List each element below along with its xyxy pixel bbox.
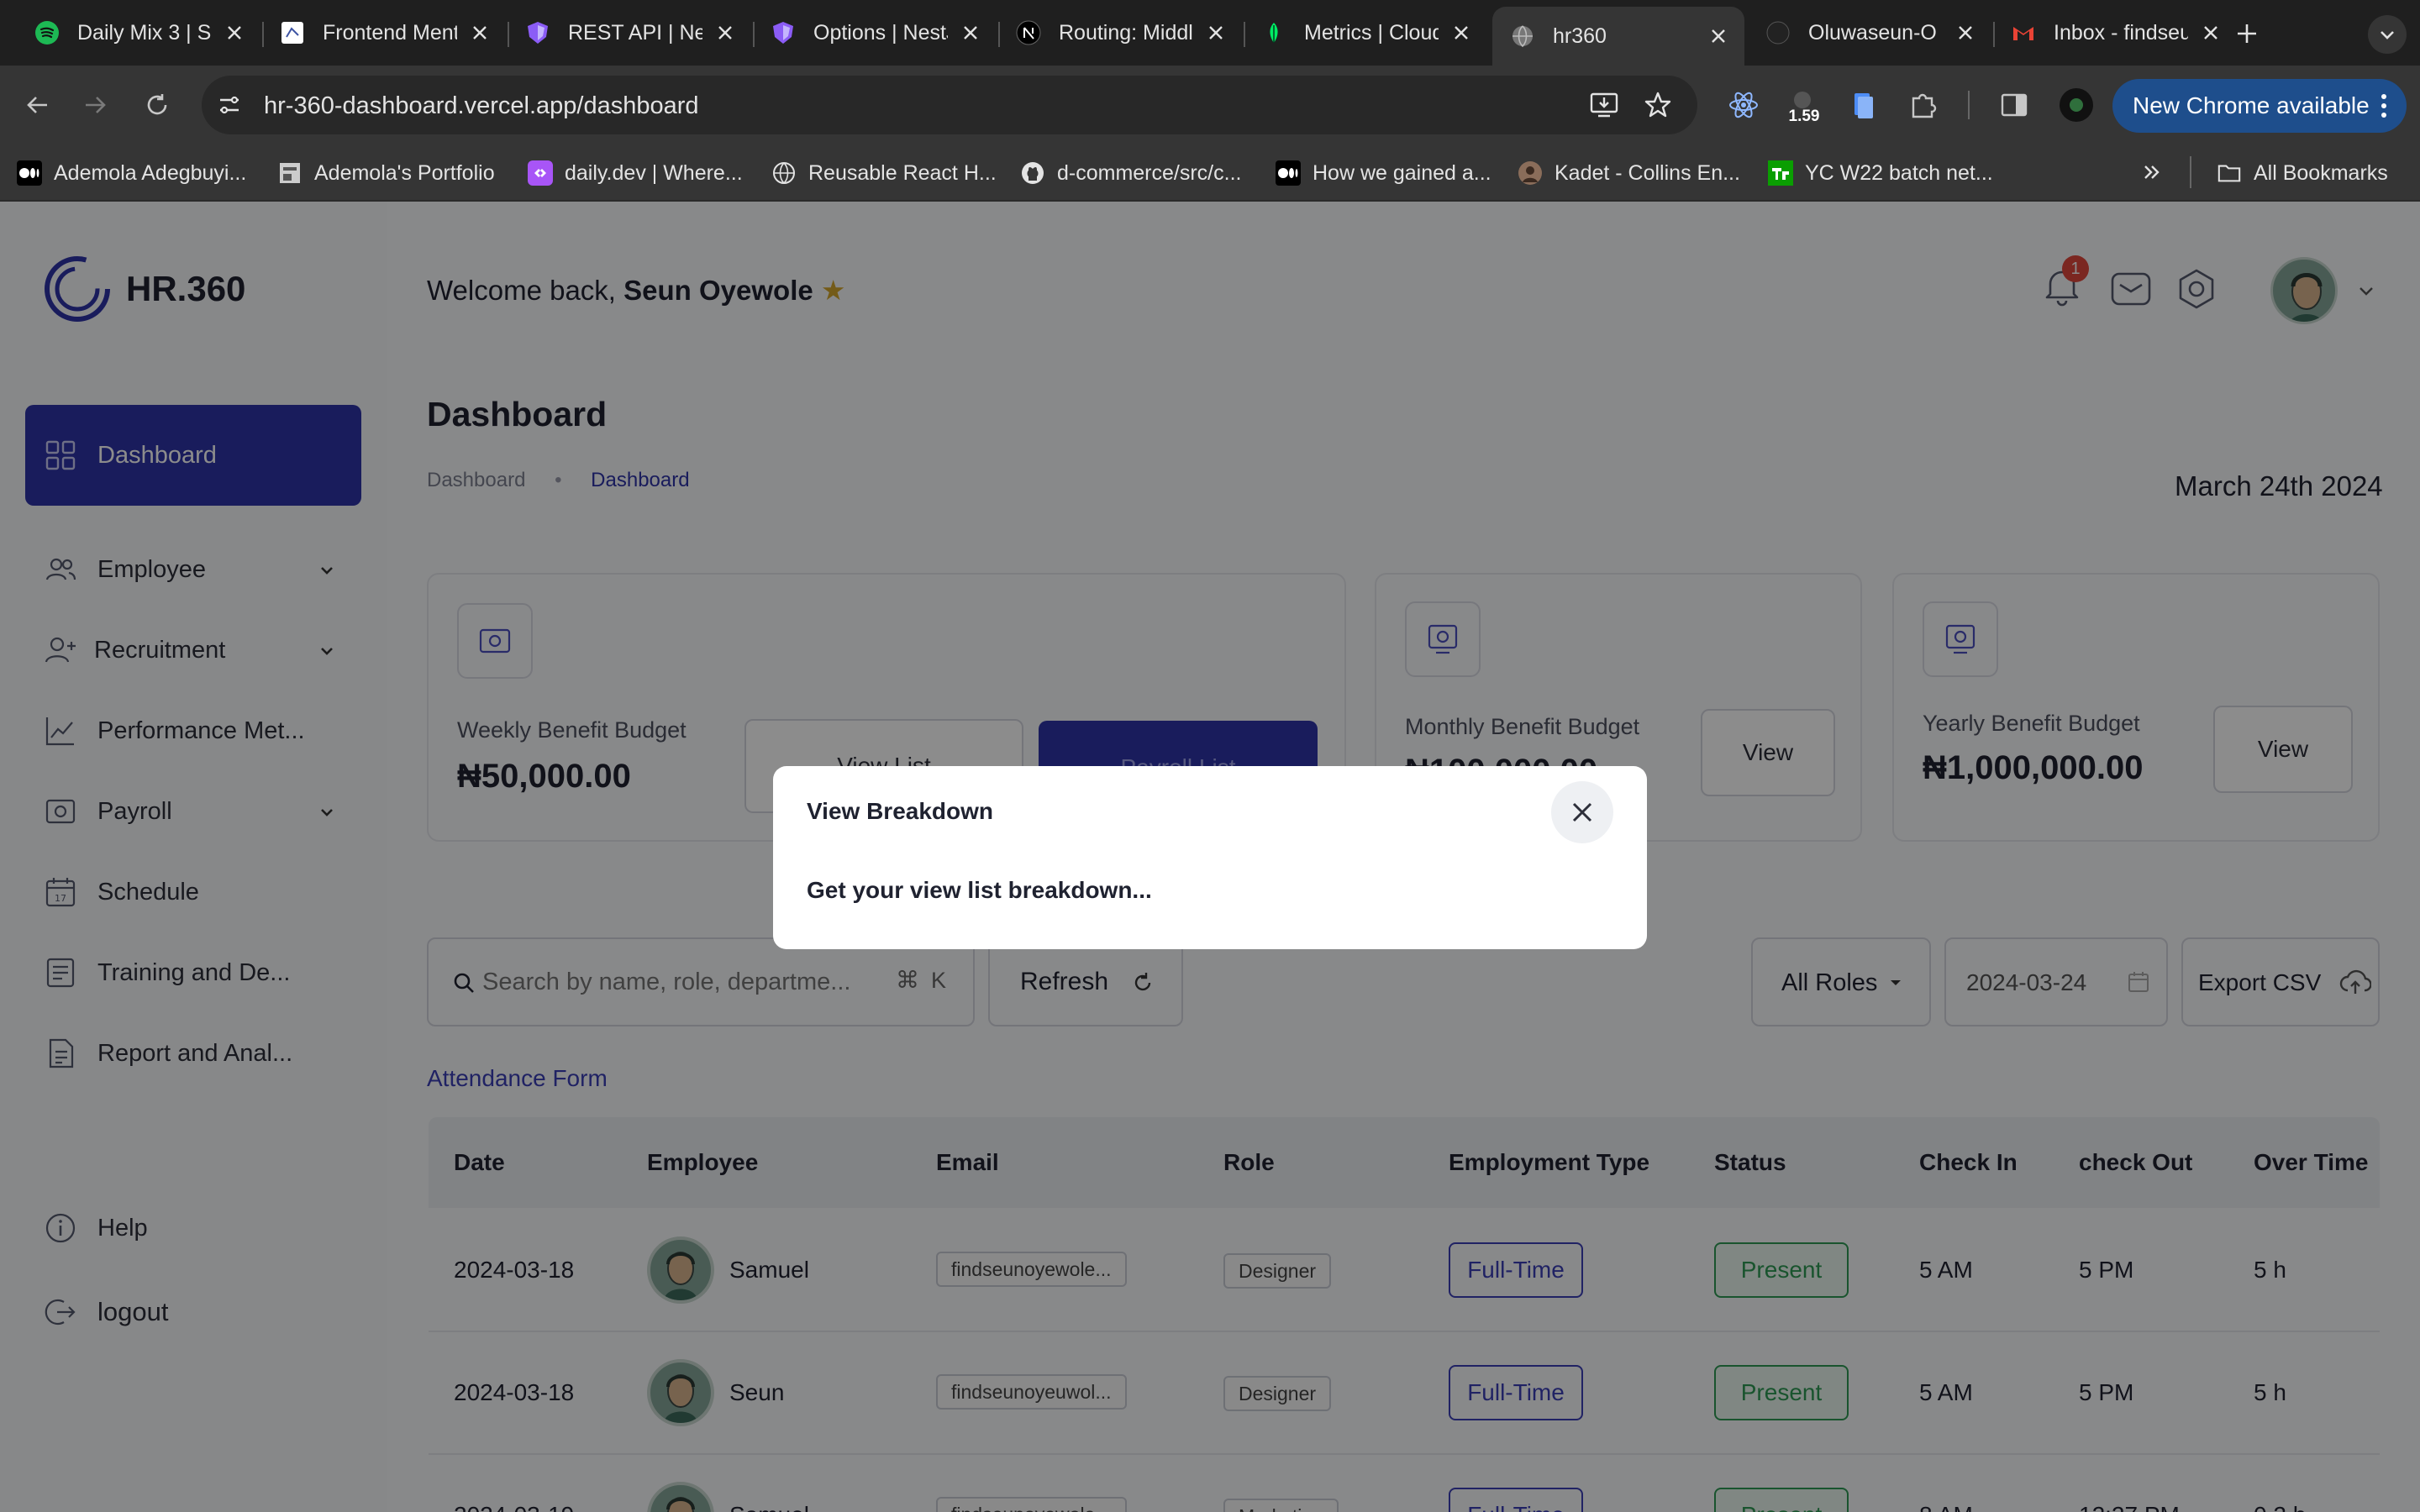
bookmark-item[interactable]: Ademola Adegbuyi... [17, 158, 246, 188]
page-icon [277, 160, 302, 186]
close-tab-icon[interactable] [469, 22, 491, 44]
docs-extension-icon[interactable] [1844, 86, 1882, 124]
tab-title: Routing: Middleware [1059, 20, 1193, 45]
bookmark-label: daily.dev | Where... [565, 160, 743, 185]
bookmark-label: Reusable React H... [808, 160, 997, 185]
browser-tab[interactable]: Routing: Middleware [998, 7, 1242, 59]
close-tab-icon[interactable] [1954, 22, 1976, 44]
frontend-mentor-icon [279, 19, 306, 46]
folder-icon [2217, 160, 2242, 186]
browser-tab-active[interactable]: hr360 [1492, 7, 1744, 66]
all-bookmarks-button[interactable]: All Bookmarks [2217, 158, 2388, 188]
modal-body-text: Get your view list breakdown... [807, 877, 1152, 903]
close-tab-icon[interactable] [1707, 25, 1729, 47]
more-bookmarks-icon[interactable] [2139, 160, 2165, 185]
tab-title: Oluwaseun-O [1808, 20, 1937, 45]
view-breakdown-modal: View Breakdown Get your view list breakd… [773, 766, 1647, 949]
url-host: hr-360-dashboard.vercel.app [264, 92, 577, 119]
url-text: hr-360-dashboard.vercel.app/dashboard [264, 92, 699, 120]
profile-avatar-icon[interactable] [2057, 86, 2096, 124]
tab-title: Options | NestJS [813, 20, 948, 45]
bookmark-item[interactable]: How we gained a... [1276, 158, 1491, 188]
browser-tab-strip: Daily Mix 3 | Spotify Frontend Mentor RE… [0, 0, 2420, 66]
modal-close-button[interactable] [1551, 781, 1613, 843]
site-info-icon[interactable] [215, 91, 244, 119]
close-tab-icon[interactable] [224, 22, 245, 44]
kebab-menu-icon[interactable] [2380, 91, 2388, 121]
toolbar-divider [1968, 91, 1970, 119]
extension-badge: 1.59 [1788, 108, 1820, 125]
close-tab-icon[interactable] [960, 22, 981, 44]
tab-title: Inbox - findseun [2054, 20, 2188, 45]
close-icon [1570, 800, 1595, 825]
bookmark-item[interactable]: Ademola's Portfolio [277, 158, 495, 188]
globe-icon [1509, 23, 1536, 50]
tab-title: REST API | NestJS [568, 20, 702, 45]
bookmarks-divider [2190, 156, 2191, 188]
address-bar[interactable]: hr-360-dashboard.vercel.app/dashboard [202, 76, 1697, 134]
techcrunch-icon [1768, 160, 1793, 186]
new-tab-icon[interactable] [2232, 18, 2262, 49]
bookmark-label: YC W22 batch net... [1805, 160, 1993, 185]
bookmark-label: Ademola Adegbuyi... [54, 160, 247, 185]
leaf-icon [1260, 19, 1287, 46]
bookmark-item[interactable]: Kadet - Collins En... [1518, 158, 1740, 188]
tab-search-icon[interactable] [2368, 15, 2407, 54]
next-icon [1015, 19, 1042, 46]
github-icon [1765, 19, 1791, 46]
shield-icon [524, 19, 551, 46]
bookmark-label: How we gained a... [1313, 160, 1491, 185]
chrome-update-button[interactable]: New Chrome available [2112, 79, 2407, 133]
tab-title: hr360 [1553, 24, 1607, 48]
bookmark-label: Ademola's Portfolio [314, 160, 495, 185]
browser-tab[interactable]: Options | NestJS [753, 7, 997, 59]
all-bookmarks-label: All Bookmarks [2254, 160, 2388, 185]
bookmark-star-icon[interactable] [1642, 89, 1674, 121]
person-icon [1518, 160, 1543, 186]
react-devtools-icon[interactable] [1724, 86, 1763, 124]
bookmark-item[interactable]: d-commerce/src/c... [1020, 158, 1241, 188]
bookmark-label: Kadet - Collins En... [1555, 160, 1740, 185]
browser-tab[interactable]: Frontend Mentor [262, 7, 506, 59]
close-tab-icon[interactable] [714, 22, 736, 44]
side-panel-icon[interactable] [1995, 86, 2033, 124]
tab-title: Frontend Mentor [323, 20, 457, 45]
forward-icon[interactable] [76, 86, 114, 124]
browser-tab[interactable]: Oluwaseun-O [1748, 7, 1991, 59]
bookmark-item[interactable]: daily.dev | Where... [528, 158, 743, 188]
close-tab-icon[interactable] [1205, 22, 1227, 44]
github-icon [1020, 160, 1045, 186]
tab-title: Metrics | Cloud [1304, 20, 1439, 45]
bookmark-label: d-commerce/src/c... [1057, 160, 1242, 185]
browser-tab[interactable]: Inbox - findseun [1993, 7, 2237, 59]
back-icon[interactable] [18, 86, 57, 124]
dailydev-icon [528, 160, 553, 186]
bookmark-item[interactable]: Reusable React H... [771, 158, 997, 188]
close-tab-icon[interactable] [1450, 22, 1472, 44]
spotify-icon [34, 19, 60, 46]
medium-icon [1276, 160, 1301, 186]
medium-icon [17, 160, 42, 186]
chrome-update-label: New Chrome available [2133, 92, 2370, 118]
shield-icon [770, 19, 797, 46]
tab-title: Daily Mix 3 | Spotify [77, 20, 212, 45]
close-tab-icon[interactable] [2200, 22, 2222, 44]
url-path: /dashboard [576, 92, 699, 119]
globe-icon [771, 160, 797, 186]
install-app-icon[interactable] [1588, 89, 1620, 121]
modal-title: View Breakdown [807, 798, 994, 824]
gmail-icon [2010, 19, 2037, 46]
browser-tab[interactable]: Daily Mix 3 | Spotify [17, 7, 260, 59]
extensions-puzzle-icon[interactable] [1904, 86, 1943, 124]
reload-icon[interactable] [138, 86, 176, 124]
bookmark-item[interactable]: YC W22 batch net... [1768, 158, 1993, 188]
browser-tab[interactable]: Metrics | Cloud [1244, 7, 1487, 59]
browser-tab[interactable]: REST API | NestJS [508, 7, 751, 59]
